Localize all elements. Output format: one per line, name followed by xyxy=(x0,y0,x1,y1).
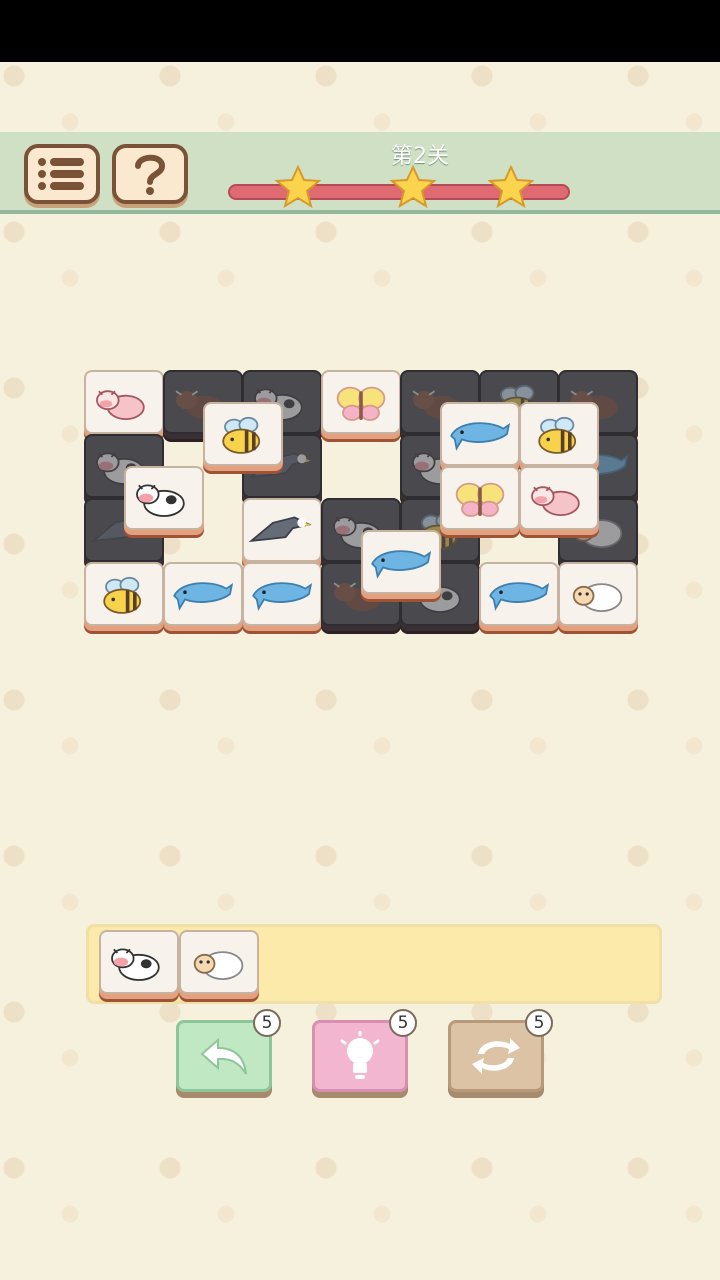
tile-cow-pink[interactable] xyxy=(84,370,164,434)
tile-eagle[interactable] xyxy=(242,498,322,562)
cow-icon xyxy=(135,484,185,517)
tile-butterfly[interactable] xyxy=(439,466,520,530)
hint-count-badge: 5 xyxy=(389,1009,417,1037)
bee-icon xyxy=(221,416,260,454)
tile-bee[interactable] xyxy=(202,402,283,466)
dolphin-icon xyxy=(449,422,510,451)
undo-count-badge: 5 xyxy=(253,1009,281,1037)
cow-pink-icon xyxy=(530,486,580,516)
undo-button[interactable]: 5 xyxy=(176,1009,281,1092)
sheep-icon xyxy=(193,951,244,980)
tile-tray xyxy=(86,924,662,1004)
cow-icon xyxy=(111,948,160,981)
tile-cow[interactable] xyxy=(123,466,204,530)
tile-sheep[interactable] xyxy=(558,562,638,626)
lightbulb-icon xyxy=(340,1031,380,1079)
shuffle-button[interactable]: 5 xyxy=(448,1009,553,1092)
eagle-icon xyxy=(248,516,312,542)
dolphin-icon xyxy=(489,582,550,611)
tile-dolphin[interactable] xyxy=(360,530,441,594)
shuffle-icon xyxy=(472,1038,520,1074)
tile-cow-pink[interactable] xyxy=(518,466,599,530)
tile-butterfly[interactable] xyxy=(321,370,401,434)
tray-tile-sheep xyxy=(179,930,259,994)
hint-button[interactable]: 5 xyxy=(312,1009,417,1092)
butterfly-icon xyxy=(336,386,386,421)
tile-bee[interactable] xyxy=(84,562,164,626)
tile-dolphin[interactable] xyxy=(163,562,243,626)
tile-dolphin[interactable] xyxy=(479,562,559,626)
tile-dolphin[interactable] xyxy=(242,562,322,626)
cow-pink-icon xyxy=(96,390,145,421)
dolphin-icon xyxy=(173,582,234,611)
sheep-icon xyxy=(572,583,623,612)
tray-tile-cow xyxy=(99,930,179,994)
tile-bee[interactable] xyxy=(518,402,599,466)
undo-icon xyxy=(200,1037,247,1075)
butterfly-icon xyxy=(455,482,504,517)
bee-icon xyxy=(537,416,576,454)
bee-icon xyxy=(103,576,142,614)
dolphin-icon xyxy=(252,582,313,611)
dolphin-icon xyxy=(370,550,431,579)
tile-dolphin[interactable] xyxy=(439,402,520,466)
shuffle-count-badge: 5 xyxy=(525,1009,553,1037)
